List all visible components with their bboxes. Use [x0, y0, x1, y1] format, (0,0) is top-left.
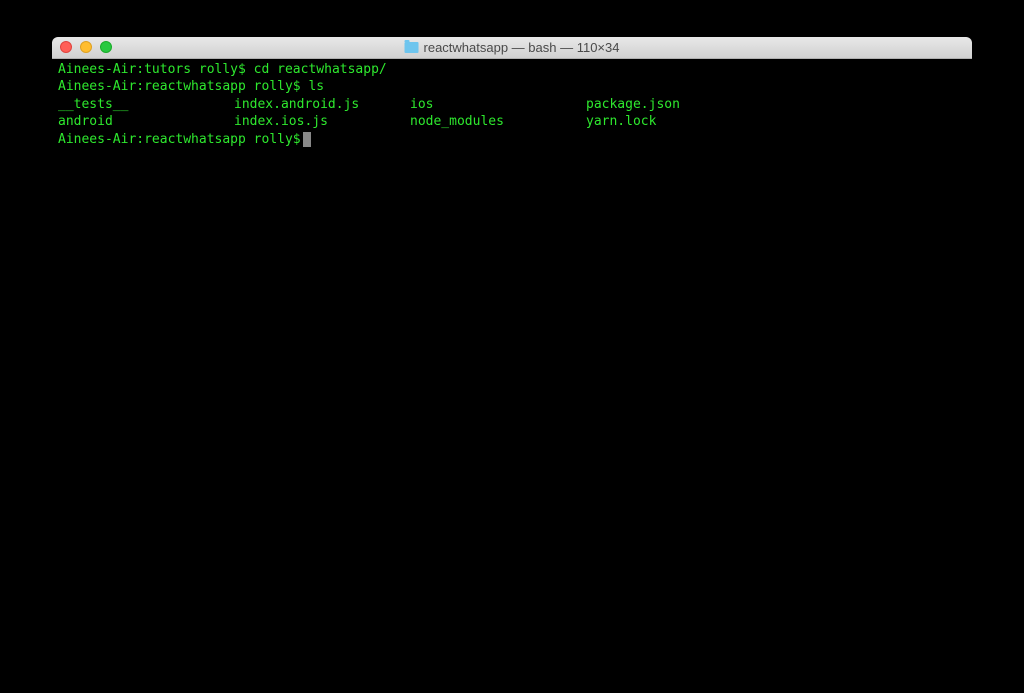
zoom-icon[interactable]	[100, 41, 112, 53]
ls-output: __tests__ index.android.js ios package.j…	[58, 96, 966, 131]
terminal-line: Ainees-Air:tutors rolly$ cd reactwhatsap…	[58, 61, 966, 79]
command: cd reactwhatsapp/	[254, 62, 387, 77]
ls-item: node_modules	[410, 113, 586, 131]
traffic-lights	[60, 41, 112, 53]
minimize-icon[interactable]	[80, 41, 92, 53]
terminal-line: Ainees-Air:reactwhatsapp rolly$ ls	[58, 78, 966, 96]
cursor	[303, 132, 311, 147]
terminal-window: reactwhatsapp — bash — 110×34 Ainees-Air…	[52, 37, 972, 657]
ls-item: index.ios.js	[234, 113, 410, 131]
prompt: Ainees-Air:tutors rolly$	[58, 62, 254, 77]
terminal-body[interactable]: Ainees-Air:tutors rolly$ cd reactwhatsap…	[52, 59, 972, 657]
window-title: reactwhatsapp — bash — 110×34	[424, 40, 620, 55]
ls-item: ios	[410, 96, 586, 114]
current-prompt-line: Ainees-Air:reactwhatsapp rolly$	[58, 131, 966, 149]
ls-item: yarn.lock	[586, 113, 762, 131]
titlebar[interactable]: reactwhatsapp — bash — 110×34	[52, 37, 972, 59]
close-icon[interactable]	[60, 41, 72, 53]
window-title-container: reactwhatsapp — bash — 110×34	[405, 40, 620, 55]
prompt: Ainees-Air:reactwhatsapp rolly$	[58, 131, 301, 149]
folder-icon	[405, 42, 419, 53]
prompt: Ainees-Air:reactwhatsapp rolly$	[58, 79, 308, 94]
ls-item: __tests__	[58, 96, 234, 114]
command: ls	[308, 79, 324, 94]
ls-item: android	[58, 113, 234, 131]
ls-item: package.json	[586, 96, 762, 114]
ls-item: index.android.js	[234, 96, 410, 114]
